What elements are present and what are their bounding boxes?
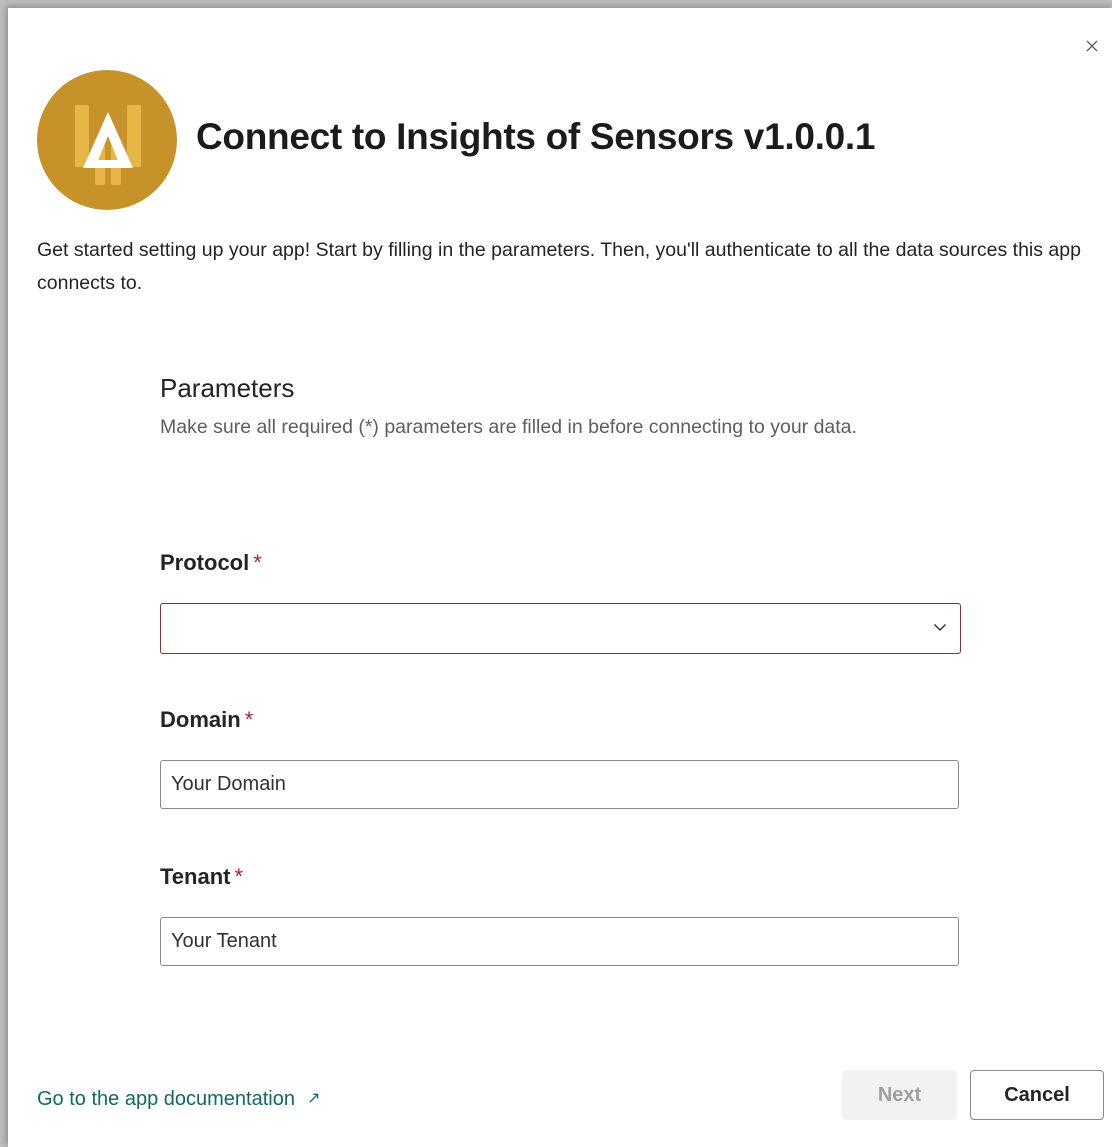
cancel-button[interactable]: Cancel [970, 1070, 1104, 1120]
doc-link-text: Go to the app documentation [37, 1088, 295, 1110]
required-mark: * [234, 864, 244, 889]
protocol-label-text: Protocol [160, 550, 250, 575]
tenant-input[interactable] [160, 917, 959, 966]
protocol-dropdown[interactable] [160, 603, 961, 654]
next-button[interactable]: Next [842, 1070, 957, 1120]
required-mark: * [253, 550, 262, 575]
intro-text: Get started setting up your app! Start b… [37, 239, 1081, 294]
connect-dialog: Connect to Insights of Sensors v1.0.0.1 … [8, 8, 1112, 1147]
app-logo [37, 70, 177, 210]
parameters-title: Parameters [160, 373, 295, 403]
required-mark: * [244, 707, 254, 732]
tenant-label: Tenant * [160, 864, 243, 890]
chevron-down-icon [932, 619, 948, 640]
parameters-section: Parameters Make sure all required (*) pa… [160, 370, 961, 447]
domain-label: Domain * [160, 707, 253, 733]
parameters-description: Make sure all required (*) parameters ar… [160, 416, 857, 438]
protocol-label: Protocol * [160, 550, 262, 576]
tenant-label-text: Tenant [160, 864, 231, 889]
dialog-title: Connect to Insights of Sensors v1.0.0.1 [196, 116, 876, 157]
external-link-icon: ↗ [306, 1090, 321, 1107]
domain-label-text: Domain [160, 707, 241, 732]
domain-input[interactable] [160, 760, 959, 809]
app-documentation-link[interactable]: Go to the app documentation ↗ [37, 1088, 320, 1111]
close-icon[interactable] [1082, 36, 1102, 56]
